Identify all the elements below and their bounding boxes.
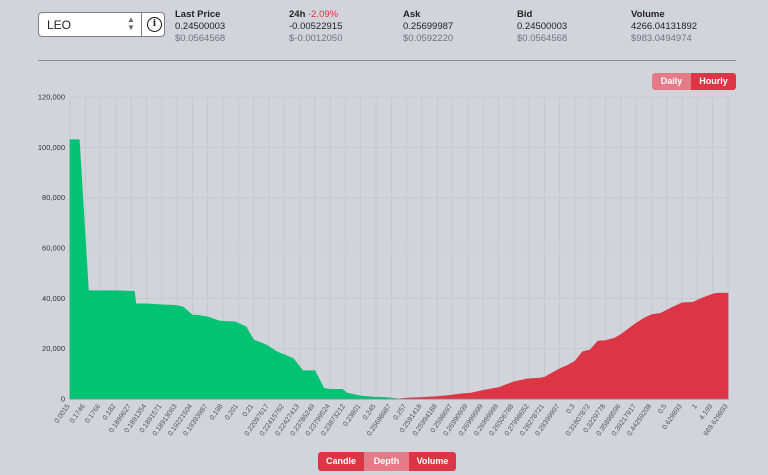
x-tick-label: 0.198 — [209, 403, 225, 421]
ask-depth-area — [398, 292, 729, 400]
y-tick-label: 60,000 — [42, 244, 65, 253]
x-tick-label: 0.21 — [242, 403, 256, 418]
y-tick-label: 0 — [61, 395, 65, 404]
x-tick-label: 1 — [691, 403, 699, 410]
bid-depth-area — [69, 139, 398, 400]
view-tabs: Candle Depth Volume — [318, 452, 456, 471]
depth-chart: 0 20,000 40,000 60,000 80,000 100,000 120,000 0… — [38, 93, 730, 438]
y-tick-label: 40,000 — [42, 294, 65, 303]
x-tick-label: 0.1766 — [84, 403, 102, 425]
volume-tab[interactable]: Volume — [409, 452, 456, 471]
candle-tab[interactable]: Candle — [318, 452, 364, 471]
y-tick-label: 80,000 — [42, 193, 65, 202]
y-tick-label: 20,000 — [42, 344, 65, 353]
x-tick-label: 0.5 — [657, 403, 668, 415]
x-tick-label: 0.201 — [224, 403, 240, 421]
y-tick-label: 120,000 — [38, 93, 65, 102]
x-tick-label: 0.3 — [565, 403, 576, 415]
depth-tab[interactable]: Depth — [364, 452, 409, 471]
y-tick-label: 100,000 — [38, 143, 65, 152]
